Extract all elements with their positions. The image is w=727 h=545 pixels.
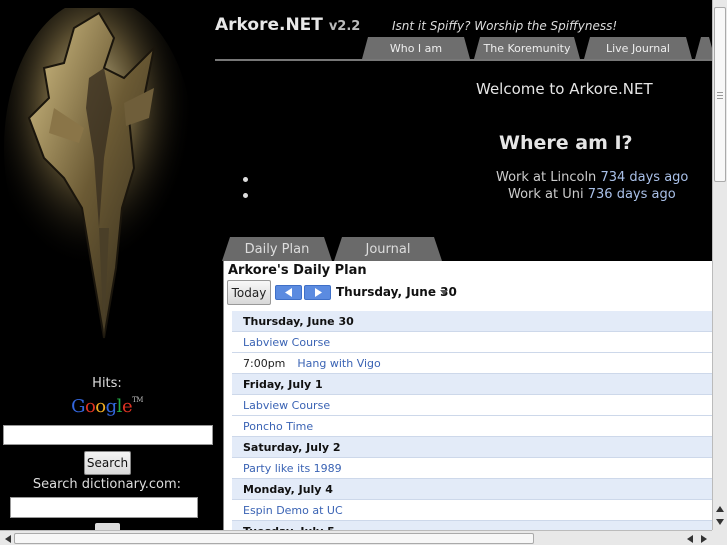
grip-line: [717, 92, 723, 93]
arrow-left-icon: [284, 288, 292, 297]
search-button[interactable]: Search: [84, 451, 131, 475]
site-version: v2.2: [328, 19, 361, 34]
location-days: 736 days ago: [587, 187, 676, 202]
agenda-event[interactable]: 7:00pm Hang with Vigo: [232, 353, 712, 374]
agenda-event[interactable]: Espin Demo at UC: [232, 500, 712, 521]
horizontal-scrollbar[interactable]: [0, 530, 712, 545]
grip-line: [717, 95, 723, 96]
location-days: 734 days ago: [600, 170, 689, 185]
agenda-list: Thursday, June 30 Labview Course 7:00pm …: [232, 311, 712, 530]
vertical-scrollbar[interactable]: [712, 0, 727, 530]
grip-line: [717, 98, 723, 99]
arrow-up-icon: [716, 506, 724, 512]
google-search-input[interactable]: [3, 425, 213, 445]
tagline: Isnt it Spiffy? Worship the Spiffyness!: [392, 19, 618, 33]
list-bullet: [243, 193, 248, 198]
google-letter: o: [84, 396, 96, 417]
nav-tab-koremunity[interactable]: The Koremunity: [474, 37, 580, 59]
google-letter: o: [95, 396, 106, 417]
scroll-right-button[interactable]: [698, 533, 709, 544]
location-item: Work at Uni 736 days ago: [508, 187, 676, 202]
dark-fantasy-artwork-image: [4, 8, 210, 370]
location-place: Work at Lincoln: [496, 170, 597, 185]
hits-label: Hits:: [92, 376, 122, 391]
next-button[interactable]: [304, 285, 331, 300]
arrow-right-icon: [700, 534, 707, 543]
agenda-event[interactable]: Poncho Time: [232, 416, 712, 437]
arrow-left-icon: [4, 534, 11, 543]
tab-daily-plan[interactable]: Daily Plan: [222, 237, 332, 261]
event-title: Hang with Vigo: [297, 356, 381, 370]
header-divider: [215, 59, 712, 61]
current-date: Thursday, June 30: [336, 285, 457, 299]
daily-plan-calendar: Arkore's Daily Plan Today Thursday, June…: [223, 261, 712, 530]
agenda-day-header: Tuesday, July 5: [232, 521, 712, 530]
agenda-event[interactable]: Labview Course: [232, 332, 712, 353]
where-am-i-heading: Where am I?: [499, 132, 633, 154]
welcome-text: Welcome to Arkore.NET: [476, 80, 653, 98]
agenda-event[interactable]: Party like its 1989: [232, 458, 712, 479]
dictionary-search-input[interactable]: [10, 497, 198, 518]
agenda-day-header: Friday, July 1: [232, 374, 712, 395]
google-letter: G: [71, 396, 85, 417]
list-bullet: [243, 177, 248, 182]
event-time: 7:00pm: [243, 356, 286, 370]
scroll-left-button[interactable]: [684, 533, 695, 544]
scrollbar-corner: [712, 530, 727, 545]
location-place: Work at Uni: [508, 187, 584, 202]
agenda-day-header: Monday, July 4: [232, 479, 712, 500]
vertical-scroll-thumb[interactable]: [714, 7, 726, 182]
today-button[interactable]: Today: [227, 280, 271, 305]
google-letter: g: [105, 396, 118, 417]
date-dropdown-icon[interactable]: [440, 290, 448, 295]
nav-tab-live-journal[interactable]: Live Journal: [584, 37, 692, 59]
scroll-left-button[interactable]: [2, 533, 13, 544]
site-name: Arkore.NET: [215, 15, 323, 35]
agenda-day-header: Thursday, June 30: [232, 311, 712, 332]
scroll-up-button[interactable]: [714, 503, 726, 515]
arrow-right-icon: [314, 288, 322, 297]
google-logo: GoogleTM: [0, 396, 214, 417]
google-trademark: TM: [132, 396, 143, 404]
agenda-day-header: Saturday, July 2: [232, 437, 712, 458]
location-item: Work at Lincoln 734 days ago: [496, 170, 688, 185]
tab-journal[interactable]: Journal: [334, 237, 442, 261]
scroll-down-button[interactable]: [714, 516, 726, 528]
horizontal-scroll-thumb[interactable]: [14, 533, 534, 544]
calendar-title: Arkore's Daily Plan: [228, 263, 367, 278]
left-sidebar: Hits: GoogleTM Search Search dictionary.…: [0, 0, 214, 531]
prev-button[interactable]: [275, 285, 302, 300]
nav-tab-who-i-am[interactable]: Who I am: [362, 37, 470, 59]
site-title: Arkore.NET v2.2: [215, 15, 360, 35]
google-letter: e: [121, 396, 133, 417]
dictionary-label: Search dictionary.com:: [32, 477, 182, 492]
agenda-event[interactable]: Labview Course: [232, 395, 712, 416]
arrow-down-icon: [716, 519, 724, 525]
arrow-left-icon: [686, 534, 693, 543]
